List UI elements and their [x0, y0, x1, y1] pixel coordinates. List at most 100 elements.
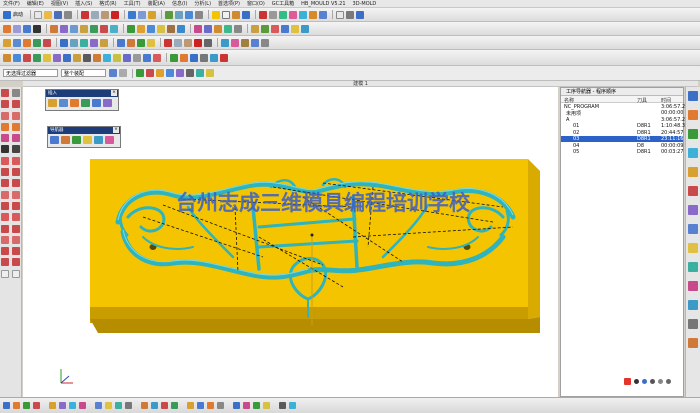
helix-icon[interactable] [1, 134, 9, 143]
snap-intersection-icon[interactable] [176, 69, 184, 77]
section-view-icon[interactable] [253, 402, 260, 409]
menu-item[interactable]: 首选项(P) [218, 0, 240, 7]
ortho-view-icon[interactable] [3, 402, 10, 409]
hidden-edge-icon[interactable] [197, 402, 204, 409]
offset-face-icon[interactable] [214, 24, 222, 33]
create-method-icon[interactable] [81, 99, 90, 107]
create-operation-icon[interactable] [43, 38, 51, 47]
shaded-view-icon[interactable] [212, 10, 221, 19]
studio-icon[interactable] [207, 402, 214, 409]
menu-item[interactable]: 视图(V) [51, 0, 68, 7]
menu-item[interactable]: 工具(T) [124, 0, 141, 7]
ime-logo-icon[interactable] [624, 378, 631, 385]
process-studio-icon[interactable] [688, 205, 698, 215]
refresh-icon[interactable] [161, 402, 168, 409]
rotate-icon[interactable] [185, 10, 194, 19]
rotate-icon[interactable] [141, 402, 148, 409]
generate-toolpath-icon[interactable] [60, 38, 68, 47]
wrap-curve-icon[interactable] [12, 235, 20, 244]
geometry-view-icon[interactable] [72, 136, 81, 144]
bridge-curve-icon[interactable] [12, 156, 20, 165]
edit-curve-icon[interactable] [12, 224, 20, 233]
circle-icon[interactable] [12, 100, 20, 109]
gc-toolbox-icon[interactable] [170, 53, 178, 62]
insert-palette[interactable]: 插入 × [45, 89, 119, 111]
revolve-icon[interactable] [60, 24, 68, 33]
silhouette-icon[interactable] [1, 247, 9, 256]
close-icon[interactable]: × [111, 90, 117, 96]
ime-mode-icon[interactable] [634, 379, 639, 384]
menu-item[interactable]: 编辑(E) [27, 0, 44, 7]
snap-endpoint-icon[interactable] [136, 69, 144, 77]
tool-path-display-icon[interactable] [105, 136, 114, 144]
chamfer-curve-icon[interactable] [1, 258, 9, 267]
cut-icon[interactable] [81, 10, 90, 19]
hole-table-icon[interactable] [153, 53, 161, 62]
parting-icon[interactable] [53, 53, 61, 62]
sew-icon[interactable] [234, 24, 242, 33]
chamfer-icon[interactable] [167, 24, 175, 33]
menu-item[interactable]: HB_MOULD V5.21 [301, 1, 345, 7]
new-sheet-2-icon[interactable] [12, 269, 20, 278]
ime-keyboard-icon[interactable] [650, 379, 655, 384]
shell-icon[interactable] [177, 24, 185, 33]
layer-icon[interactable] [232, 10, 241, 19]
fillet-curve-icon[interactable] [12, 247, 20, 256]
menu-item[interactable]: 信息(I) [172, 0, 187, 7]
unite-icon[interactable] [90, 24, 98, 33]
rename-icon[interactable] [204, 38, 212, 47]
curve-analysis-icon[interactable] [281, 24, 289, 33]
display-settings-icon[interactable] [688, 281, 698, 291]
fit-view-icon[interactable] [165, 10, 174, 19]
feed-rate-icon[interactable] [94, 136, 103, 144]
print-icon[interactable] [64, 10, 73, 19]
edit-object-display-icon[interactable] [289, 10, 298, 19]
bottom-view-icon[interactable] [59, 402, 66, 409]
snap-face-icon[interactable] [196, 69, 204, 77]
perspective-icon[interactable] [279, 402, 286, 409]
intersection-curve-icon[interactable] [1, 179, 9, 188]
delete-icon[interactable] [194, 38, 202, 47]
ejector-pin-icon[interactable] [83, 53, 91, 62]
law-curve-icon[interactable] [12, 134, 20, 143]
save-icon[interactable] [54, 10, 63, 19]
operation-navigator-icon[interactable] [688, 262, 698, 272]
deselect-all-icon[interactable] [119, 69, 127, 77]
close-icon[interactable]: × [113, 127, 119, 133]
copy-icon[interactable] [91, 10, 100, 19]
help-icon[interactable] [210, 53, 218, 62]
menu-item[interactable]: 窗口(O) [247, 0, 265, 7]
electrode-icon[interactable] [113, 53, 121, 62]
hide-icon[interactable] [269, 10, 278, 19]
left-view-icon[interactable] [49, 402, 56, 409]
web-browser-icon[interactable] [688, 148, 698, 158]
selection-scope-dropdown[interactable]: 整个装配 [61, 69, 106, 77]
ime-settings-icon[interactable] [666, 379, 671, 384]
bom-icon[interactable] [133, 53, 141, 62]
replay-toolpath-icon[interactable] [70, 38, 78, 47]
help-icon[interactable] [688, 300, 698, 310]
reuse-library-icon[interactable] [688, 129, 698, 139]
mirror-curve-icon[interactable] [1, 235, 9, 244]
paste-icon[interactable] [101, 10, 110, 19]
text-icon[interactable] [1, 145, 9, 154]
start-icon[interactable] [3, 10, 11, 19]
create-operation-icon[interactable] [92, 99, 101, 107]
datum-axis-icon[interactable] [23, 24, 31, 33]
measure-angle-icon[interactable] [261, 24, 269, 33]
feed-rate-icon[interactable] [221, 38, 229, 47]
project-curve-icon[interactable] [1, 168, 9, 177]
line-icon[interactable] [1, 89, 9, 97]
new-file-icon[interactable] [34, 10, 43, 19]
feature-icon[interactable] [3, 53, 11, 62]
subtract-icon[interactable] [100, 24, 108, 33]
select-all-icon[interactable] [109, 69, 117, 77]
redo-icon[interactable] [138, 10, 147, 19]
background-icon[interactable] [289, 402, 296, 409]
pocket-icon[interactable] [123, 53, 131, 62]
spline-icon[interactable] [1, 122, 9, 131]
create-geometry-icon[interactable] [70, 99, 79, 107]
system-materials-icon[interactable] [688, 186, 698, 196]
blend-icon[interactable] [157, 24, 165, 33]
menu-item[interactable]: GC工具箱 [272, 0, 294, 7]
